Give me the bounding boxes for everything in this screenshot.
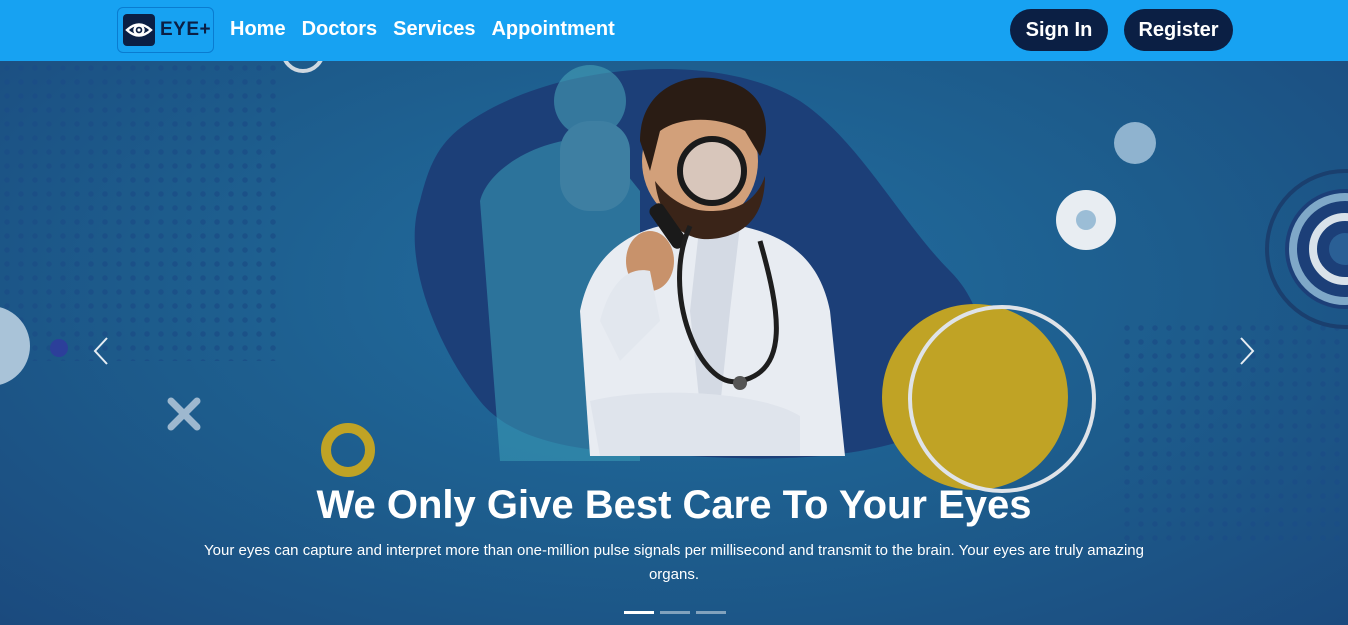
carousel-indicator-2[interactable] — [660, 611, 690, 614]
carousel-indicators — [624, 611, 726, 614]
hero-subtext: Your eyes can capture and interpret more… — [204, 542, 1144, 583]
nav-link-services[interactable]: Services — [393, 18, 475, 41]
nav-link-home[interactable]: Home — [230, 18, 286, 41]
carousel-indicator-1[interactable] — [624, 611, 654, 614]
decor-ring-top — [283, 61, 323, 73]
logo-text: EYE+ — [160, 19, 212, 40]
carousel-prev-button[interactable] — [86, 331, 116, 371]
decor-circle-small — [1114, 122, 1156, 164]
chevron-left-icon — [93, 337, 108, 365]
chevron-right-icon — [1240, 337, 1255, 365]
hero-caption: We Only Give Best Care To Your Eyes Your… — [0, 481, 1348, 587]
logo[interactable]: EYE+ — [117, 7, 214, 53]
x-mark-icon — [167, 397, 201, 431]
sign-in-button[interactable]: Sign In — [1010, 9, 1108, 51]
navbar: EYE+ Home Doctors Services Appointment S… — [0, 0, 1348, 61]
carousel-indicator-3[interactable] — [696, 611, 726, 614]
decor-dot-left — [50, 339, 68, 357]
nav-link-appointment[interactable]: Appointment — [491, 18, 614, 41]
decor-target-right — [1265, 169, 1348, 329]
hero-headline: We Only Give Best Care To Your Eyes — [316, 483, 1032, 527]
decor-yellow-ring — [321, 423, 375, 477]
decor-circle-left — [0, 307, 30, 385]
carousel-next-button[interactable] — [1232, 331, 1262, 371]
register-button[interactable]: Register — [1124, 9, 1233, 51]
nav-links: Home Doctors Services Appointment — [230, 18, 615, 41]
hero-carousel: We Only Give Best Care To Your Eyes Your… — [0, 61, 1348, 625]
eye-icon — [123, 14, 155, 46]
nav-link-doctors[interactable]: Doctors — [302, 18, 378, 41]
